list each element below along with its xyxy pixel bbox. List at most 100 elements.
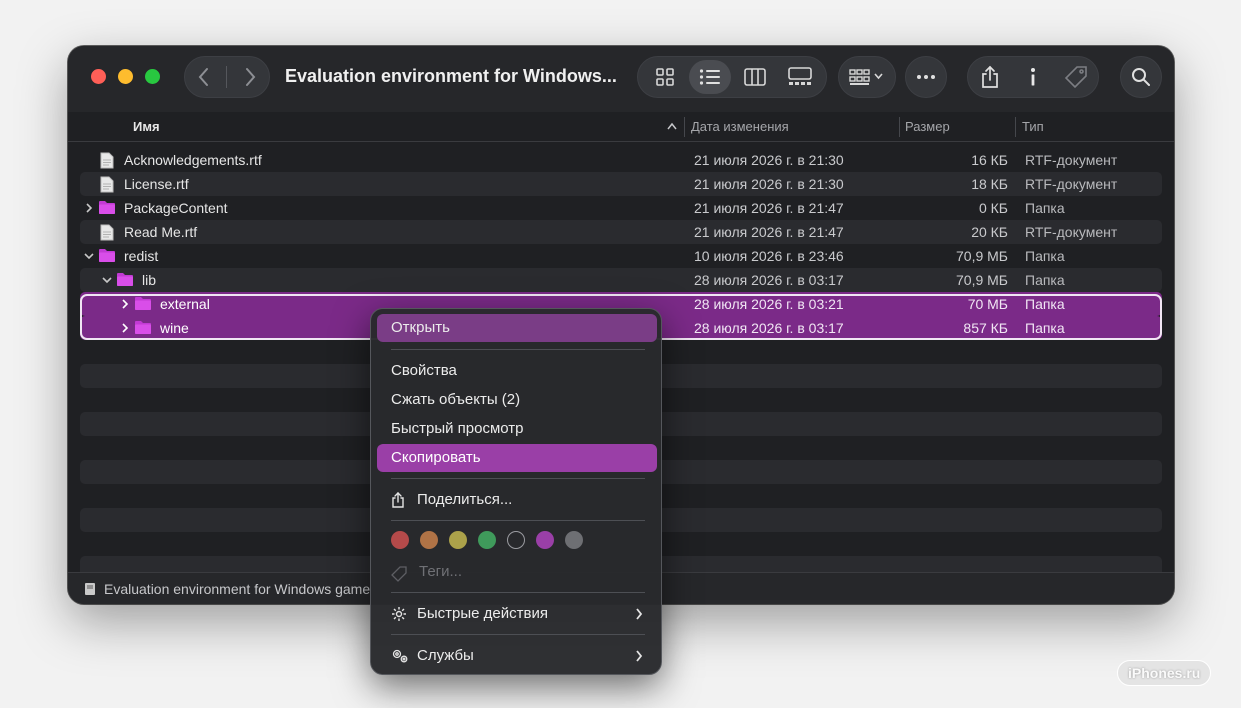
- file-name: external: [160, 296, 210, 312]
- file-kind: RTF-документ: [1025, 152, 1118, 168]
- disk-image-icon: [85, 583, 95, 595]
- group-icon: [849, 69, 883, 85]
- file-name: redist: [124, 248, 159, 264]
- chevron-down-icon[interactable]: [101, 274, 113, 286]
- action-buttons: [967, 56, 1099, 98]
- column-divider: [1015, 117, 1016, 137]
- menu-item-services[interactable]: Службы: [377, 642, 657, 670]
- file-row[interactable]: License.rtf 21 июля 2026 г. в 21:30 18 К…: [80, 172, 1162, 196]
- chevron-right-icon[interactable]: [83, 202, 95, 214]
- more-button[interactable]: [905, 56, 947, 98]
- toolbar: Evaluation environment for Windows...: [68, 46, 1174, 112]
- file-row[interactable]: lib 28 июля 2026 г. в 03:17 70,9 МБ Папк…: [80, 268, 1162, 292]
- gallery-view-button[interactable]: [779, 60, 821, 94]
- menu-item-properties[interactable]: Свойства: [377, 357, 657, 385]
- column-header: Имя Дата изменения Размер Тип: [68, 112, 1174, 142]
- file-date: 28 июля 2026 г. в 03:17: [694, 272, 844, 288]
- column-view-button[interactable]: [734, 60, 776, 94]
- tag-green[interactable]: [478, 531, 496, 549]
- tag-gray[interactable]: [565, 531, 583, 549]
- menu-item-quick-actions[interactable]: Быстрые действия: [377, 600, 657, 628]
- chevron-right-icon: [636, 650, 643, 662]
- column-kind[interactable]: Тип: [1022, 119, 1044, 134]
- more-icon: [917, 75, 935, 79]
- menu-item-label: Службы: [417, 647, 474, 664]
- tag-icon: [391, 566, 407, 582]
- share-button[interactable]: [975, 62, 1005, 92]
- tag-red[interactable]: [391, 531, 409, 549]
- info-button[interactable]: [1018, 62, 1048, 92]
- tag-none[interactable]: [507, 531, 525, 549]
- folder-icon: [135, 321, 151, 334]
- file-kind: RTF-документ: [1025, 224, 1118, 240]
- tag-button[interactable]: [1061, 62, 1091, 92]
- search-button[interactable]: [1120, 56, 1162, 98]
- menu-item-open[interactable]: Открыть: [377, 314, 657, 342]
- forward-button[interactable]: [235, 62, 265, 92]
- icon-view-button[interactable]: [644, 60, 686, 94]
- menu-item-copy[interactable]: Скопировать: [377, 444, 657, 472]
- chevron-right-icon[interactable]: [119, 298, 131, 310]
- document-icon: [100, 176, 114, 193]
- menu-item-label: Поделиться...: [417, 491, 513, 508]
- search-icon: [1132, 68, 1150, 86]
- file-name: Read Me.rtf: [124, 224, 198, 240]
- file-name: License.rtf: [124, 176, 189, 192]
- column-divider: [684, 117, 685, 137]
- column-size[interactable]: Размер: [905, 119, 950, 134]
- menu-separator: [391, 634, 645, 635]
- menu-item-label: Открыть: [391, 319, 450, 336]
- tag-yellow[interactable]: [449, 531, 467, 549]
- file-row[interactable]: Read Me.rtf 21 июля 2026 г. в 21:47 20 К…: [80, 220, 1162, 244]
- list-view-button[interactable]: [688, 60, 731, 94]
- file-kind: Папка: [1025, 272, 1065, 288]
- file-kind: Папка: [1025, 320, 1065, 336]
- zoom-window-button[interactable]: [145, 69, 160, 84]
- file-name: lib: [142, 272, 157, 288]
- file-date: 21 июля 2026 г. в 21:30: [694, 152, 844, 168]
- menu-item-quick-look[interactable]: Быстрый просмотр: [377, 415, 657, 443]
- file-size: 857 КБ: [963, 320, 1008, 336]
- menu-separator: [391, 349, 645, 350]
- tag-orange[interactable]: [420, 531, 438, 549]
- menu-item-label: Быстрый просмотр: [391, 420, 524, 437]
- file-date: 28 июля 2026 г. в 03:21: [694, 296, 844, 312]
- close-window-button[interactable]: [91, 69, 106, 84]
- tag-purple[interactable]: [536, 531, 554, 549]
- menu-item-label: Свойства: [391, 362, 457, 379]
- file-name: PackageContent: [124, 200, 228, 216]
- back-button[interactable]: [189, 62, 219, 92]
- menu-item-label: Сжать объекты (2): [391, 391, 521, 408]
- file-date: 10 июля 2026 г. в 23:46: [694, 248, 844, 264]
- file-row[interactable]: redist 10 июля 2026 г. в 23:46 70,9 МБ П…: [80, 244, 1162, 268]
- chevron-down-icon[interactable]: [83, 250, 95, 262]
- file-row[interactable]: PackageContent 21 июля 2026 г. в 21:47 0…: [80, 196, 1162, 220]
- tag-icon: [1065, 66, 1088, 89]
- menu-item-compress[interactable]: Сжать объекты (2): [377, 386, 657, 414]
- minimize-window-button[interactable]: [118, 69, 133, 84]
- watermark-badge: iPhones.ru: [1117, 660, 1212, 686]
- file-size: 16 КБ: [971, 152, 1008, 168]
- info-icon: [1030, 68, 1035, 86]
- file-kind: Папка: [1025, 296, 1065, 312]
- gallery-view-icon: [787, 67, 812, 85]
- navigation-buttons: [184, 56, 270, 98]
- group-button[interactable]: [838, 56, 896, 98]
- column-date[interactable]: Дата изменения: [691, 119, 789, 134]
- tag-color-picker: [391, 531, 583, 549]
- share-icon: [981, 65, 998, 88]
- context-menu: Открыть Свойства Сжать объекты (2) Быстр…: [370, 308, 662, 675]
- view-switcher: [637, 56, 827, 98]
- file-row[interactable]: Acknowledgements.rtf 21 июля 2026 г. в 2…: [80, 148, 1162, 172]
- path-text[interactable]: Evaluation environment for Windows game: [104, 581, 370, 597]
- file-kind: Папка: [1025, 248, 1065, 264]
- menu-item-share[interactable]: Поделиться...: [377, 486, 657, 514]
- chevron-right-icon[interactable]: [119, 322, 131, 334]
- icon-view-icon: [655, 68, 674, 86]
- file-date: 21 июля 2026 г. в 21:47: [694, 200, 844, 216]
- folder-icon: [117, 273, 133, 286]
- window-title: Evaluation environment for Windows...: [285, 66, 617, 86]
- column-name[interactable]: Имя: [133, 119, 160, 134]
- folder-icon: [99, 249, 115, 262]
- nav-separator: [226, 66, 228, 88]
